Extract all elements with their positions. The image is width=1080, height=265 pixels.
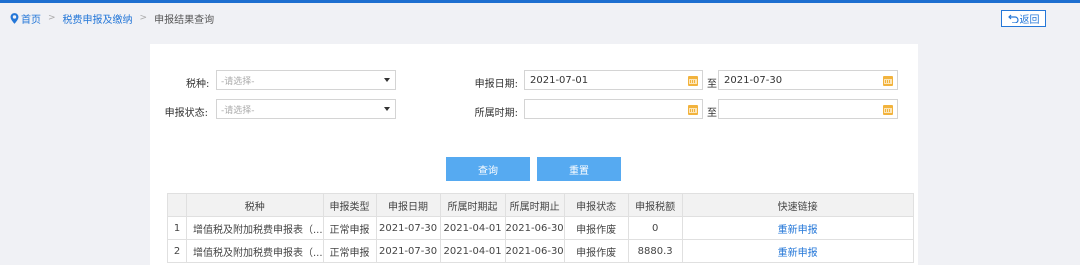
tax-type-select[interactable]: -请选择- (216, 70, 396, 90)
status-label: 申报状态: (164, 108, 208, 119)
declare-type-cell: 正常申报 (322, 239, 377, 263)
table-header-row: 税种 申报类型 申报日期 所属时期起 所属时期止 申报状态 申报税额 快速链接 (167, 193, 914, 217)
results-table: 税种 申报类型 申报日期 所属时期起 所属时期止 申报状态 申报税额 快速链接 … (167, 193, 914, 263)
column-header-declare-type: 申报类型 (322, 193, 377, 217)
column-header-declare-date: 申报日期 (375, 193, 441, 217)
period-start-cell: 2021-04-01 (439, 216, 506, 240)
declare-type-cell: 正常申报 (322, 216, 377, 240)
status-select[interactable]: -请选择- (216, 99, 396, 119)
status-cell: 申报作废 (563, 216, 629, 240)
breadcrumb-current: 申报结果查询 (154, 14, 215, 26)
date-to-input[interactable]: 2021-07-30 (718, 70, 898, 90)
breadcrumb: 首页 > 税费申报及缴纳 > 申报结果查询 (10, 11, 215, 26)
column-header-status: 申报状态 (563, 193, 629, 217)
back-button[interactable]: 返回 (1001, 10, 1046, 27)
calendar-icon[interactable] (688, 76, 698, 86)
column-header-period-start: 所属时期起 (439, 193, 506, 217)
period-to-separator: 至 (707, 108, 717, 119)
calendar-icon[interactable] (883, 76, 893, 86)
period-end-cell: 2021-06-30 (504, 239, 565, 263)
declare-date-cell: 2021-07-30 (375, 216, 441, 240)
row-index: 2 (167, 239, 187, 263)
query-button[interactable]: 查询 (446, 157, 530, 181)
period-to-input[interactable] (718, 99, 898, 119)
top-accent-bar (0, 0, 1080, 3)
calendar-icon[interactable] (688, 105, 698, 115)
tax-type-placeholder: -请选择- (221, 76, 255, 87)
breadcrumb-separator: > (48, 13, 56, 23)
calendar-icon[interactable] (883, 105, 893, 115)
column-header-period-end: 所属时期止 (504, 193, 565, 217)
period-start-cell: 2021-04-01 (439, 239, 506, 263)
table-row: 1 增值税及附加税费申报表（... 正常申报 2021-07-30 2021-0… (167, 216, 914, 240)
undo-arrow-icon (1007, 14, 1019, 23)
period-end-cell: 2021-06-30 (504, 216, 565, 240)
reset-button[interactable]: 重置 (537, 157, 621, 181)
caret-down-icon (384, 107, 390, 111)
amount-cell: 8880.3 (627, 239, 683, 263)
caret-down-icon (384, 78, 390, 82)
row-index: 1 (167, 216, 187, 240)
tax-type-cell: 增值税及附加税费申报表（... (186, 216, 324, 240)
redeclare-link[interactable]: 重新申报 (778, 225, 818, 236)
date-from-value: 2021-07-01 (530, 74, 589, 86)
quick-link-cell: 重新申报 (681, 216, 914, 240)
column-header-quick-link: 快速链接 (681, 193, 914, 217)
tax-type-label: 税种: (186, 79, 210, 90)
back-button-label: 返回 (1019, 15, 1040, 26)
date-to-value: 2021-07-30 (724, 74, 783, 86)
status-placeholder: -请选择- (221, 105, 255, 116)
redeclare-link[interactable]: 重新申报 (778, 248, 818, 259)
period-from-input[interactable] (524, 99, 703, 119)
column-header-index (167, 193, 187, 217)
declare-date-cell: 2021-07-30 (375, 239, 441, 263)
period-label: 所属时期: (474, 108, 518, 119)
date-from-input[interactable]: 2021-07-01 (524, 70, 703, 90)
query-panel: 税种: -请选择- 申报状态: -请选择- 申报日期: 2021-07-01 至… (150, 44, 918, 265)
tax-type-cell: 增值税及附加税费申报表（... (186, 239, 324, 263)
status-cell: 申报作废 (563, 239, 629, 263)
column-header-tax-type: 税种 (186, 193, 324, 217)
map-pin-icon (10, 12, 19, 24)
breadcrumb-section-link[interactable]: 税费申报及缴纳 (63, 11, 133, 26)
quick-link-cell: 重新申报 (681, 239, 914, 263)
date-to-separator: 至 (707, 79, 717, 90)
date-label: 申报日期: (474, 79, 518, 90)
column-header-amount: 申报税额 (627, 193, 683, 217)
breadcrumb-home-link[interactable]: 首页 (21, 11, 41, 26)
breadcrumb-separator: > (139, 13, 148, 23)
amount-cell: 0 (627, 216, 683, 240)
table-row: 2 增值税及附加税费申报表（... 正常申报 2021-07-30 2021-0… (167, 239, 914, 263)
